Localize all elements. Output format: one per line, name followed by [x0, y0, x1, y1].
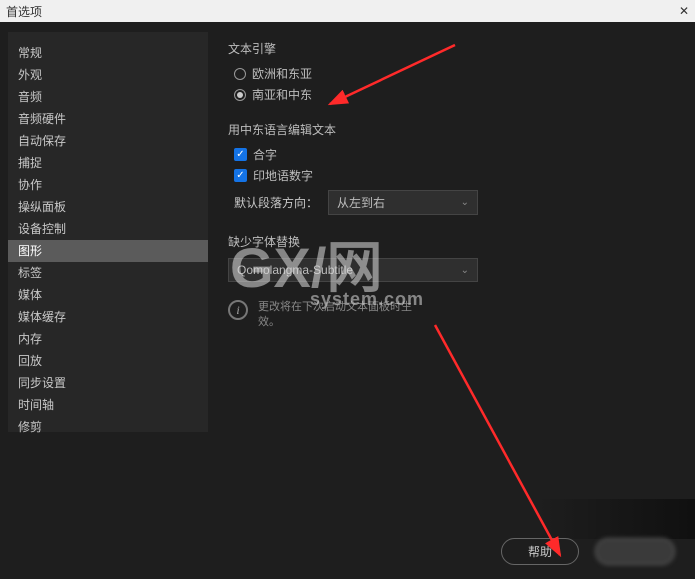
sidebar-item-trim[interactable]: 修剪 — [8, 416, 208, 438]
info-line: 效。 — [258, 316, 280, 328]
chevron-down-icon: ⌄ — [461, 265, 469, 276]
preferences-panel: 常规 外观 音频 音频硬件 自动保存 捕捉 协作 操纵面板 设备控制 图形 标签… — [0, 22, 695, 579]
sidebar-item-audio-hardware[interactable]: 音频硬件 — [8, 108, 208, 130]
radio-label: 欧洲和东亚 — [252, 65, 312, 82]
sidebar-item-label: 外观 — [18, 68, 42, 82]
info-line: 更改将在下次启动文本面板时生 — [258, 301, 412, 313]
sidebar-item-sync-settings[interactable]: 同步设置 — [8, 372, 208, 394]
checkbox-label: 合字 — [253, 146, 277, 163]
sidebar-item-graphics[interactable]: 图形 — [8, 240, 208, 262]
radio-icon — [234, 68, 246, 80]
decorative-shadow — [535, 499, 695, 539]
sidebar-item-label: 音频 — [18, 90, 42, 104]
sidebar-item-label: 设备控制 — [18, 222, 66, 236]
checkbox-label: 印地语数字 — [253, 167, 313, 184]
sidebar-item-appearance[interactable]: 外观 — [8, 64, 208, 86]
sidebar-item-collaboration[interactable]: 协作 — [8, 174, 208, 196]
window-title: 首选项 — [6, 3, 42, 20]
paragraph-direction-select[interactable]: 从左到右 ⌄ — [328, 190, 478, 215]
checkbox-icon: ✓ — [234, 169, 247, 182]
close-icon[interactable]: ✕ — [679, 4, 689, 18]
select-value: Qomolangma-Subtitle — [237, 263, 353, 277]
radio-label: 南亚和中东 — [252, 86, 312, 103]
sidebar-item-label: 图形 — [18, 244, 42, 258]
font-fallback-select[interactable]: Qomolangma-Subtitle ⌄ — [228, 258, 478, 282]
font-fallback-section: 缺少字体替换 Qomolangma-Subtitle ⌄ — [228, 233, 675, 282]
sidebar-item-control-surface[interactable]: 操纵面板 — [8, 196, 208, 218]
categories-sidebar: 常规 外观 音频 音频硬件 自动保存 捕捉 协作 操纵面板 设备控制 图形 标签… — [8, 32, 208, 432]
ok-button[interactable] — [595, 538, 675, 565]
sidebar-item-label: 标签 — [18, 266, 42, 280]
chevron-down-icon: ⌄ — [461, 197, 469, 208]
help-button[interactable]: 帮助 — [501, 538, 579, 565]
sidebar-item-labels[interactable]: 标签 — [8, 262, 208, 284]
sidebar-item-memory[interactable]: 内存 — [8, 328, 208, 350]
me-editing-title: 用中东语言编辑文本 — [228, 121, 675, 138]
paragraph-direction-row: 默认段落方向： 从左到右 ⌄ — [234, 190, 675, 215]
sidebar-item-label: 捕捉 — [18, 156, 42, 170]
settings-content: 文本引擎 欧洲和东亚 南亚和中东 用中东语言编辑文本 ✓ 合字 ✓ 印地语数字 … — [208, 22, 695, 579]
me-editing-section: 用中东语言编辑文本 ✓ 合字 ✓ 印地语数字 默认段落方向： 从左到右 ⌄ — [228, 121, 675, 215]
radio-europe-eastasia[interactable]: 欧洲和东亚 — [234, 65, 675, 82]
info-text: 更改将在下次启动文本面板时生 效。 — [258, 300, 412, 330]
sidebar-item-media-cache[interactable]: 媒体缓存 — [8, 306, 208, 328]
sidebar-item-timeline[interactable]: 时间轴 — [8, 394, 208, 416]
sidebar-item-label: 媒体缓存 — [18, 310, 66, 324]
sidebar-item-audio[interactable]: 音频 — [8, 86, 208, 108]
sidebar-item-label: 修剪 — [18, 420, 42, 434]
info-message: i 更改将在下次启动文本面板时生 效。 — [228, 300, 675, 330]
sidebar-item-playback[interactable]: 回放 — [8, 350, 208, 372]
checkbox-icon: ✓ — [234, 148, 247, 161]
sidebar-item-label: 音频硬件 — [18, 112, 66, 126]
sidebar-item-media[interactable]: 媒体 — [8, 284, 208, 306]
sidebar-item-capture[interactable]: 捕捉 — [8, 152, 208, 174]
sidebar-item-label: 回放 — [18, 354, 42, 368]
select-value: 从左到右 — [337, 194, 385, 211]
info-icon: i — [228, 300, 248, 320]
sidebar-item-autosave[interactable]: 自动保存 — [8, 130, 208, 152]
sidebar-item-label: 常规 — [18, 46, 42, 60]
sidebar-item-label: 内存 — [18, 332, 42, 346]
radio-southasia-middleeast[interactable]: 南亚和中东 — [234, 86, 675, 103]
sidebar-item-label: 时间轴 — [18, 398, 54, 412]
text-engine-title: 文本引擎 — [228, 40, 675, 57]
sidebar-item-label: 自动保存 — [18, 134, 66, 148]
text-engine-section: 文本引擎 欧洲和东亚 南亚和中东 — [228, 40, 675, 103]
sidebar-item-label: 协作 — [18, 178, 42, 192]
sidebar-item-label: 同步设置 — [18, 376, 66, 390]
sidebar-item-device-control[interactable]: 设备控制 — [8, 218, 208, 240]
font-fallback-title: 缺少字体替换 — [228, 233, 675, 250]
window-titlebar: 首选项 ✕ — [0, 0, 695, 22]
paragraph-direction-label: 默认段落方向： — [234, 194, 318, 211]
dialog-footer: 帮助 — [501, 538, 675, 565]
sidebar-item-label: 媒体 — [18, 288, 42, 302]
sidebar-item-general[interactable]: 常规 — [8, 42, 208, 64]
checkbox-ligature[interactable]: ✓ 合字 — [234, 146, 675, 163]
checkbox-hindi-digits[interactable]: ✓ 印地语数字 — [234, 167, 675, 184]
radio-icon — [234, 89, 246, 101]
sidebar-item-label: 操纵面板 — [18, 200, 66, 214]
